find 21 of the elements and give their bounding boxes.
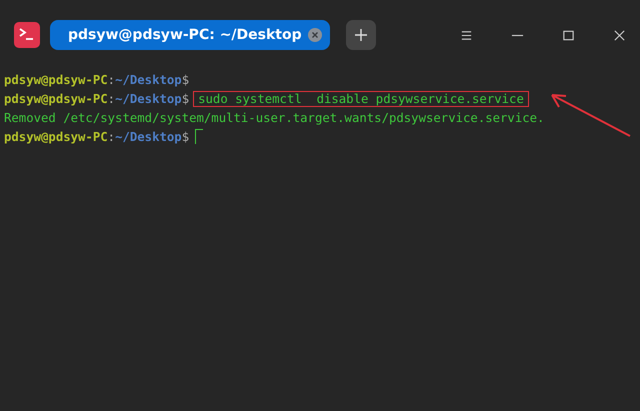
prompt-host: pdsyw@pdsyw-PC (4, 72, 108, 86)
output-text: Removed /etc/systemd/system/multi-user.target.wants/pdsywservice.service. (4, 110, 544, 124)
maximize-icon[interactable] (562, 28, 575, 42)
prompt-separator: : (108, 72, 116, 86)
prompt-path: ~/Desktop (115, 72, 182, 86)
prompt-path: ~/Desktop (115, 130, 182, 144)
prompt-symbol: $ (182, 92, 190, 106)
prompt-separator: : (108, 130, 116, 144)
prompt-separator: : (108, 92, 116, 106)
command-text: sudo systemctl disable pdsywservice.service (193, 90, 529, 106)
terminal-tab[interactable]: pdsyw@pdsyw-PC: ~/Desktop (50, 20, 330, 50)
prompt-host: pdsyw@pdsyw-PC (4, 130, 108, 144)
prompt-host: pdsyw@pdsyw-PC (4, 92, 108, 106)
prompt-symbol: $ (182, 72, 190, 86)
plus-icon (354, 28, 368, 42)
close-icon[interactable] (613, 28, 626, 42)
new-tab-button[interactable] (346, 20, 376, 50)
terminal-app-icon (14, 22, 40, 48)
prompt-path: ~/Desktop (115, 92, 182, 106)
prompt-symbol: $ (182, 130, 190, 144)
menu-icon[interactable] (460, 28, 473, 42)
